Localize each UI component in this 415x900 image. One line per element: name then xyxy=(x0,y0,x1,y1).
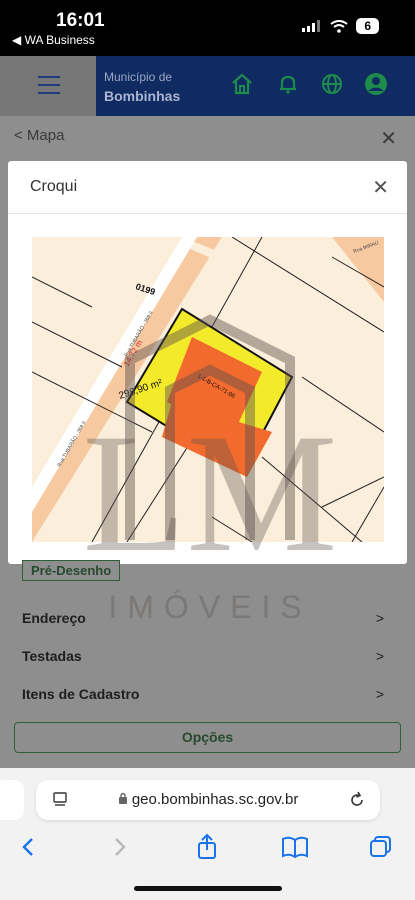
url-text: geo.bombinhas.sc.gov.br xyxy=(36,791,380,808)
chevron-right-icon: > xyxy=(375,686,384,702)
wifi-icon xyxy=(330,19,348,33)
croqui-map: 0199 14,72 m 298,90 m² 1-1-B-CA-71-06 Ru… xyxy=(32,237,384,542)
modal-title: Croqui xyxy=(30,178,78,195)
lock-icon xyxy=(118,792,127,804)
status-icons: 6 xyxy=(302,18,379,34)
row-label: Endereço xyxy=(22,610,86,626)
row-label: Testadas xyxy=(22,648,82,664)
chevron-right-icon: > xyxy=(375,610,384,626)
row-endereco[interactable]: Endereço > xyxy=(22,610,392,626)
forward-icon[interactable] xyxy=(104,832,134,862)
home-indicator xyxy=(134,886,282,891)
battery-indicator: 6 xyxy=(356,18,379,34)
row-itens-cadastro[interactable]: Itens de Cadastro > xyxy=(22,686,392,702)
options-button[interactable]: Opções xyxy=(14,722,401,753)
page-close-icon[interactable]: ✕ xyxy=(380,126,397,151)
url-bar[interactable]: geo.bombinhas.sc.gov.br xyxy=(36,780,380,820)
pre-desenho-badge[interactable]: Pré-Desenho xyxy=(22,560,121,581)
croqui-modal: Croqui ✕ 0199 14,72 m 298,90 m² 1-1-B-CA… xyxy=(8,161,407,564)
tabs-icon[interactable] xyxy=(366,832,396,862)
browser-chrome: geo.bombinhas.sc.gov.br xyxy=(0,768,415,900)
share-icon[interactable] xyxy=(192,832,222,862)
quadra-label: 0199 xyxy=(134,281,156,297)
back-to-app-link[interactable]: ◀ WA Business xyxy=(12,33,95,47)
user-icon[interactable] xyxy=(364,72,388,96)
reload-icon[interactable] xyxy=(348,791,366,809)
back-icon[interactable] xyxy=(14,832,44,862)
previous-tab-peek[interactable] xyxy=(0,780,24,820)
url-domain: geo.bombinhas.sc.gov.br xyxy=(131,791,299,808)
city-name: Bombinhas xyxy=(104,88,181,104)
signal-icon xyxy=(302,20,321,32)
browser-toolbar xyxy=(0,832,415,872)
bell-icon[interactable] xyxy=(276,72,300,96)
chevron-right-icon: > xyxy=(375,648,384,664)
globe-icon[interactable] xyxy=(320,72,344,96)
brand-bar: Município de Bombinhas xyxy=(96,56,415,116)
back-to-map-link[interactable]: < Mapa xyxy=(14,127,64,144)
row-label: Itens de Cadastro xyxy=(22,686,140,702)
status-time: 16:01 xyxy=(56,10,105,31)
municipio-label: Município de xyxy=(104,70,173,84)
hamburger-menu-icon[interactable] xyxy=(38,76,60,100)
croqui-drawing: 0199 14,72 m 298,90 m² 1-1-B-CA-71-06 Ru… xyxy=(32,237,384,542)
status-bar: 16:01 ◀ WA Business 6 xyxy=(0,0,415,56)
bookmarks-icon[interactable] xyxy=(280,832,310,862)
app-header: Município de Bombinhas xyxy=(0,56,415,116)
row-testadas[interactable]: Testadas > xyxy=(22,648,392,664)
modal-header: Croqui ✕ xyxy=(8,161,407,214)
modal-close-icon[interactable]: ✕ xyxy=(372,175,389,200)
home-icon[interactable] xyxy=(230,72,254,96)
